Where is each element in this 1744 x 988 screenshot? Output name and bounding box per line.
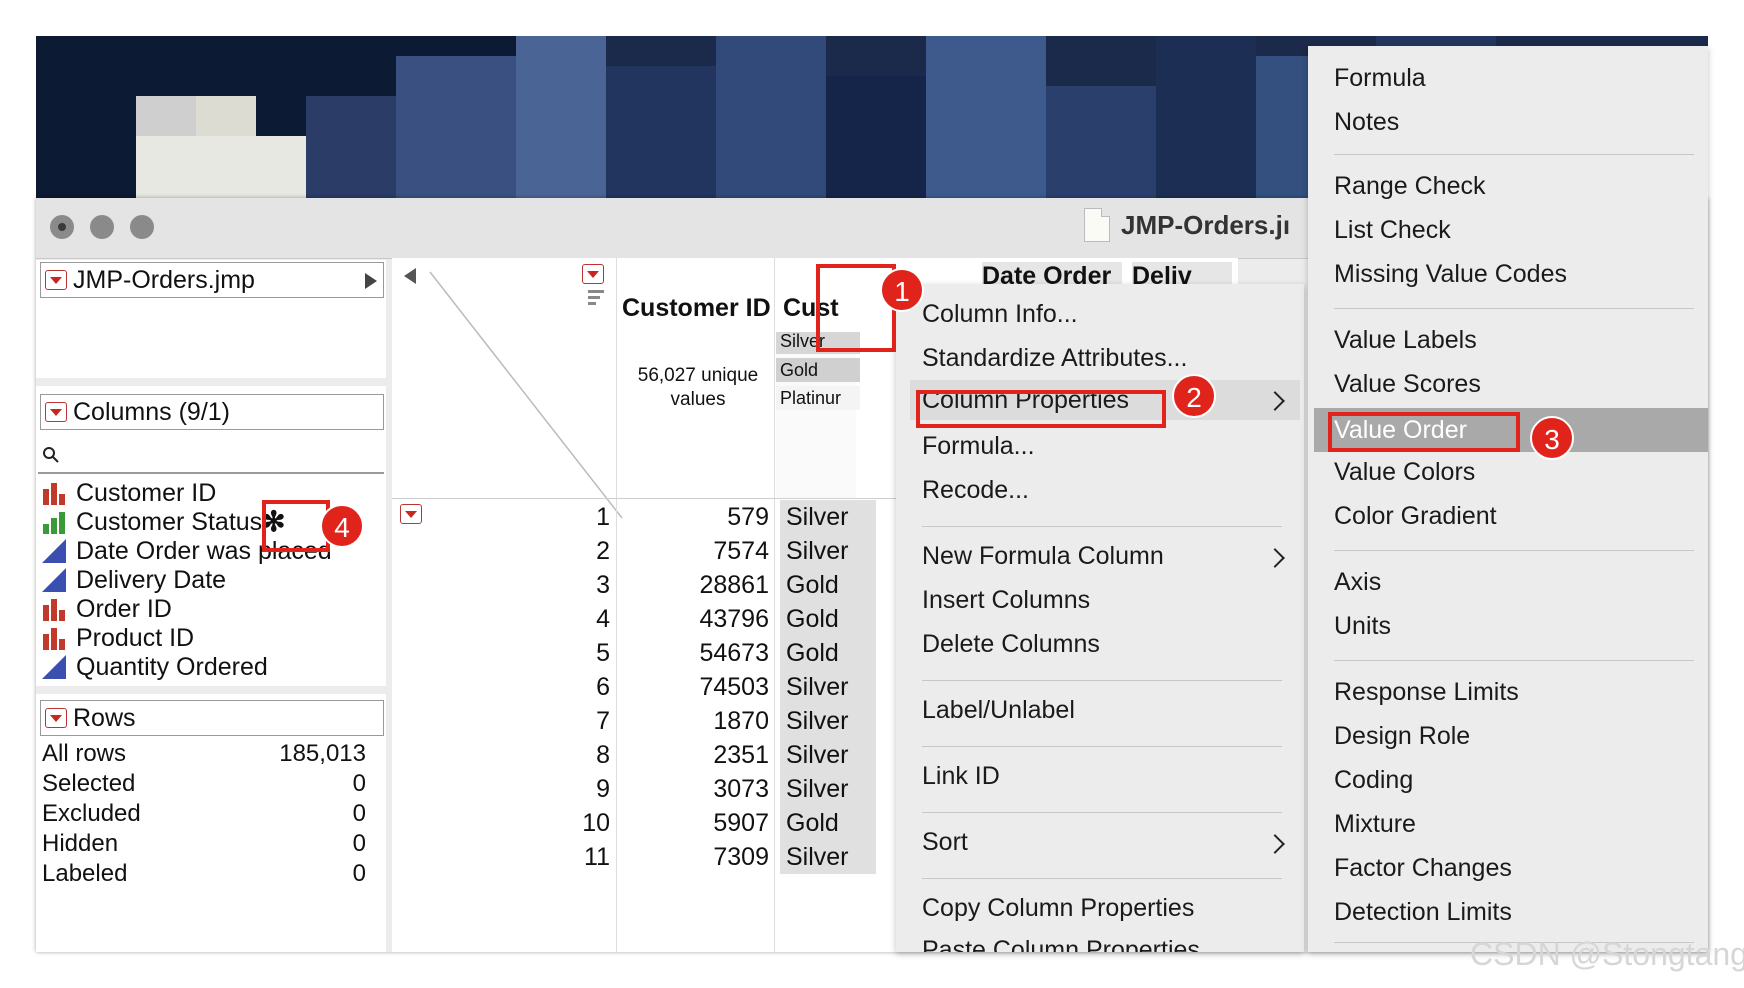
submenu-item-axis[interactable]: Axis [1334,564,1381,600]
rows-stat-labeled: Labeled 0 [42,860,366,887]
menu-divider [922,746,1282,747]
nominal-bar-icon [43,599,65,621]
watermark: CSDN @Stongtang [1470,936,1744,972]
submenu-item-missing-value-codes[interactable]: Missing Value Codes [1334,256,1567,292]
columns-red-triangle-icon[interactable] [582,264,604,284]
chevron-right-icon [1265,391,1285,411]
annotation-badge-3: 3 [1530,416,1574,460]
menu-item-label-unlabel[interactable]: Label/Unlabel [922,692,1075,728]
menu-item-recode[interactable]: Recode... [922,472,1029,508]
rows-menu-red-triangle-icon[interactable] [45,708,67,728]
column-properties-submenu: Formula Notes Range Check List Check Mis… [1308,46,1708,952]
header-customer-id[interactable]: Customer ID [622,294,771,323]
rows-stat-excluded: Excluded 0 [42,800,366,827]
submenu-item-response-limits[interactable]: Response Limits [1334,674,1519,710]
ordinal-bar-icon [43,512,65,534]
rows-stat-hidden: Hidden 0 [42,830,366,857]
continuous-triangle-icon [42,655,66,679]
column-context-menu: Column Info... Standardize Attributes...… [896,284,1304,952]
annotation-badge-1: 1 [880,268,924,312]
zoom-window-button[interactable] [130,215,154,239]
menu-item-sort[interactable]: Sort [922,824,968,860]
columns-menu-red-triangle-icon[interactable] [45,402,67,422]
submenu-item-design-role[interactable]: Design Role [1334,718,1470,754]
nominal-bar-icon [43,483,65,505]
search-icon [43,447,59,463]
menu-divider [1334,550,1694,551]
submenu-item-range-check[interactable]: Range Check [1334,168,1485,204]
menu-item-standardize-attributes[interactable]: Standardize Attributes... [922,340,1187,376]
menu-divider [922,878,1282,879]
close-window-button[interactable] [50,215,74,239]
submenu-item-formula[interactable]: Formula [1334,60,1426,96]
table-panel: JMP-Orders.jmp [36,260,386,378]
play-icon[interactable] [365,273,377,289]
submenu-item-units[interactable]: Units [1334,608,1391,644]
table-name: JMP-Orders.jmp [73,266,255,294]
submenu-item-list-check[interactable]: List Check [1334,212,1451,248]
menu-divider [922,526,1282,527]
menu-item-copy-column-properties[interactable]: Copy Column Properties [922,890,1194,926]
table-panel-header[interactable]: JMP-Orders.jmp [40,262,384,298]
menu-item-column-info[interactable]: Column Info... [922,296,1078,332]
window-title: JMP-Orders.jı [1121,210,1291,240]
menu-item-delete-columns[interactable]: Delete Columns [922,626,1100,662]
menu-item-insert-columns[interactable]: Insert Columns [922,582,1090,618]
menu-divider [922,680,1282,681]
annotation-badge-2: 2 [1172,374,1216,418]
customer-id-summary: 56,027 unique values [637,365,759,410]
nominal-bar-icon [43,628,65,650]
menu-divider [922,812,1282,813]
rows-panel: Rows All rows 185,013 Selected 0 Excluded 0… [36,694,386,952]
menu-item-new-formula-column[interactable]: New Formula Column [922,538,1164,574]
minimize-window-button[interactable] [90,215,114,239]
rows-stat-selected: Selected 0 [42,770,366,797]
annotation-badge-4: 4 [320,504,364,548]
status-level-bar: Gold [776,358,860,382]
chevron-right-icon [1265,834,1285,854]
column-search-field[interactable] [38,436,384,474]
columns-panel-header[interactable]: Columns (9/1) [40,394,384,430]
continuous-triangle-icon [42,539,66,563]
menu-item-formula[interactable]: Formula... [922,428,1035,464]
document-icon [1084,208,1110,242]
rows-panel-header[interactable]: Rows [40,700,384,736]
annotation-box-3 [1328,412,1520,452]
annotation-box-2 [916,390,1166,428]
submenu-item-value-labels[interactable]: Value Labels [1334,322,1477,358]
menu-item-paste-column-properties[interactable]: Paste Column Properties [922,932,1200,952]
submenu-item-factor-changes[interactable]: Factor Changes [1334,850,1512,886]
submenu-item-notes[interactable]: Notes [1334,104,1399,140]
submenu-item-value-scores[interactable]: Value Scores [1334,366,1481,402]
menu-divider [1334,154,1694,155]
rows-panel-title: Rows [73,704,136,732]
submenu-item-coding[interactable]: Coding [1334,762,1413,798]
submenu-item-value-colors[interactable]: Value Colors [1334,454,1475,490]
submenu-item-detection-limits[interactable]: Detection Limits [1334,894,1512,930]
continuous-triangle-icon [42,568,66,592]
table-menu-red-triangle-icon[interactable] [45,270,67,290]
status-level-bar: Platinur [776,386,860,410]
submenu-item-color-gradient[interactable]: Color Gradient [1334,498,1497,534]
status-distribution: Silver Gold Platinur [776,332,860,498]
menu-item-link-id[interactable]: Link ID [922,758,1000,794]
columns-panel-title: Columns (9/1) [73,398,230,426]
menu-divider [1334,660,1694,661]
menu-divider [1334,308,1694,309]
submenu-item-mixture[interactable]: Mixture [1334,806,1416,842]
chevron-right-icon [1265,548,1285,568]
column-list-icon[interactable] [588,288,606,308]
rows-stat-all: All rows 185,013 [42,740,366,767]
